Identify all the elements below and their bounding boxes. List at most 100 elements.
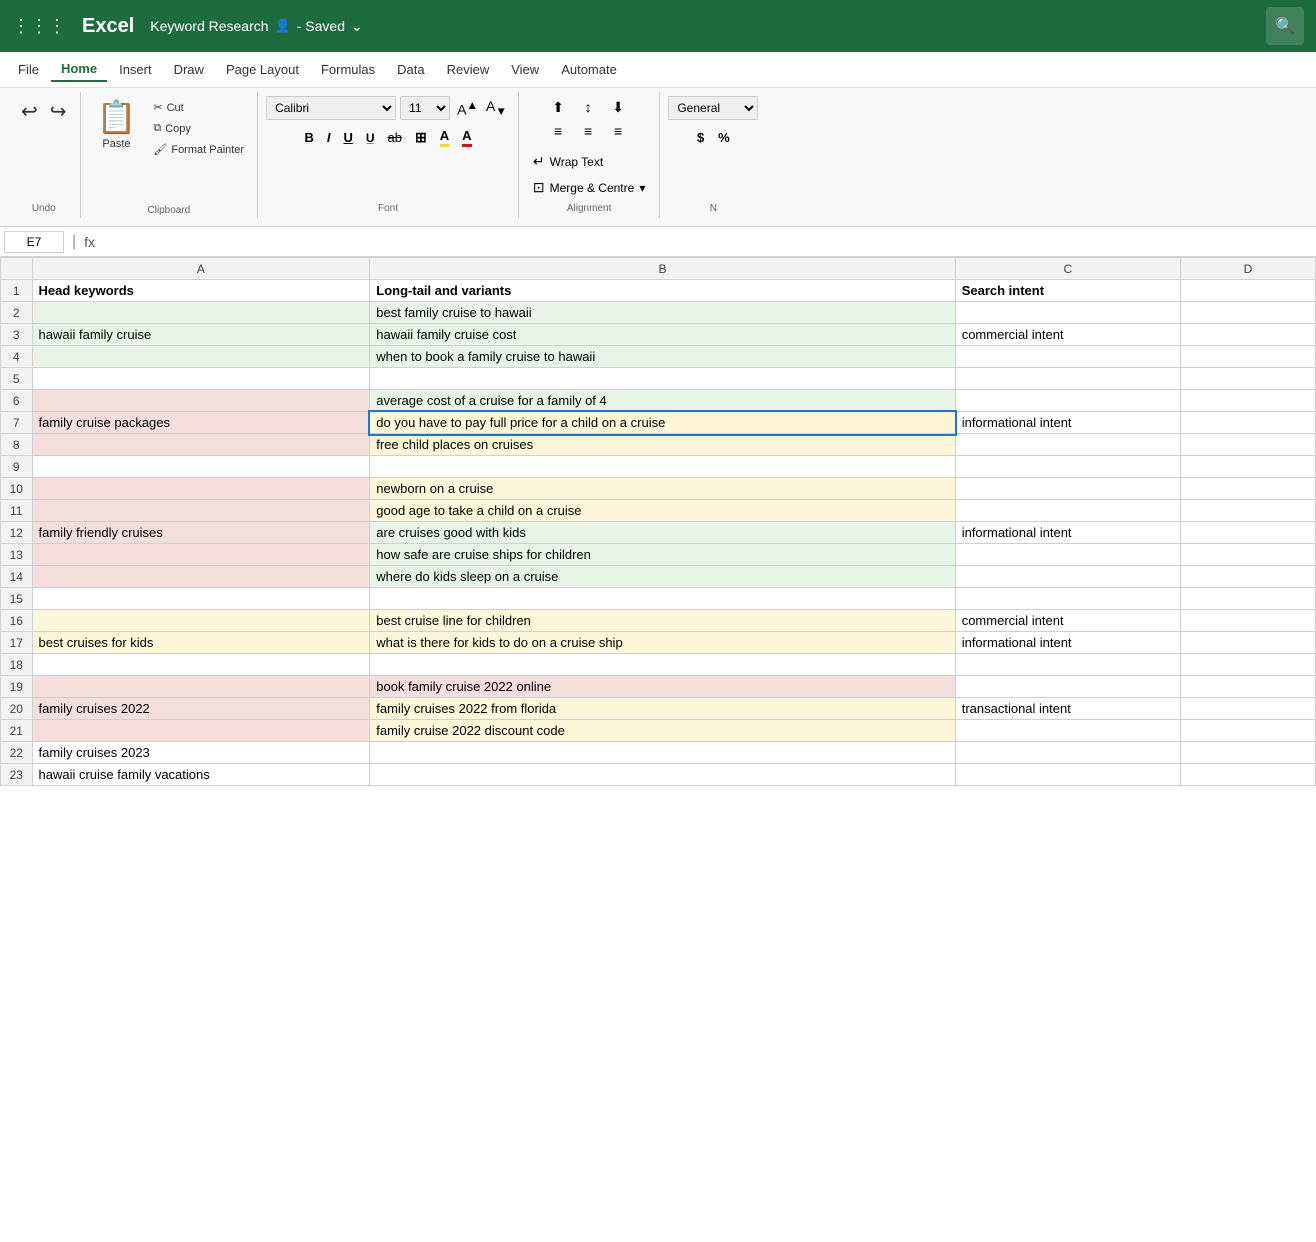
table-cell[interactable] xyxy=(1180,324,1315,346)
table-cell[interactable]: family cruises 2022 from florida xyxy=(370,698,955,720)
table-cell[interactable] xyxy=(955,390,1180,412)
table-cell[interactable] xyxy=(1180,566,1315,588)
cut-button[interactable]: ✂ Cut xyxy=(148,98,249,117)
table-cell[interactable] xyxy=(1180,368,1315,390)
table-cell[interactable] xyxy=(1180,478,1315,500)
table-cell[interactable]: Search intent xyxy=(955,280,1180,302)
table-cell[interactable] xyxy=(32,434,370,456)
table-cell[interactable] xyxy=(1180,522,1315,544)
table-cell[interactable] xyxy=(955,434,1180,456)
table-cell[interactable] xyxy=(32,346,370,368)
font-family-select[interactable]: Calibri xyxy=(266,96,396,120)
table-cell[interactable] xyxy=(370,588,955,610)
table-cell[interactable] xyxy=(955,346,1180,368)
table-cell[interactable]: Long-tail and variants xyxy=(370,280,955,302)
table-cell[interactable] xyxy=(955,742,1180,764)
table-cell[interactable]: family cruises 2022 xyxy=(32,698,370,720)
table-cell[interactable] xyxy=(32,456,370,478)
table-cell[interactable]: hawaii family cruise xyxy=(32,324,370,346)
underline-button[interactable]: U xyxy=(338,128,357,147)
border-button[interactable]: ⊞ xyxy=(410,127,432,148)
menu-home[interactable]: Home xyxy=(51,57,107,82)
table-cell[interactable] xyxy=(1180,742,1315,764)
table-cell[interactable]: where do kids sleep on a cruise xyxy=(370,566,955,588)
table-cell[interactable]: family cruise packages xyxy=(32,412,370,434)
table-cell[interactable]: best cruise line for children xyxy=(370,610,955,632)
search-button[interactable]: 🔍 xyxy=(1266,7,1304,45)
table-cell[interactable]: when to book a family cruise to hawaii xyxy=(370,346,955,368)
table-cell[interactable]: book family cruise 2022 online xyxy=(370,676,955,698)
table-cell[interactable]: best cruises for kids xyxy=(32,632,370,654)
table-cell[interactable] xyxy=(32,302,370,324)
col-header-b[interactable]: B xyxy=(370,258,955,280)
row-header[interactable]: 2 xyxy=(1,302,33,324)
currency-button[interactable]: $ xyxy=(692,128,709,147)
table-cell[interactable]: family cruises 2023 xyxy=(32,742,370,764)
row-header[interactable]: 14 xyxy=(1,566,33,588)
table-cell[interactable] xyxy=(1180,412,1315,434)
table-cell[interactable] xyxy=(955,368,1180,390)
row-header[interactable]: 11 xyxy=(1,500,33,522)
row-header[interactable]: 20 xyxy=(1,698,33,720)
table-cell[interactable] xyxy=(32,610,370,632)
menu-file[interactable]: File xyxy=(8,58,49,81)
table-cell[interactable] xyxy=(1180,610,1315,632)
row-header[interactable]: 16 xyxy=(1,610,33,632)
row-header[interactable]: 13 xyxy=(1,544,33,566)
table-cell[interactable]: commercial intent xyxy=(955,610,1180,632)
row-header[interactable]: 17 xyxy=(1,632,33,654)
menu-page-layout[interactable]: Page Layout xyxy=(216,58,309,81)
table-cell[interactable]: do you have to pay full price for a chil… xyxy=(370,412,955,434)
font-size-select[interactable]: 11 xyxy=(400,96,450,120)
table-cell[interactable] xyxy=(955,654,1180,676)
table-cell[interactable] xyxy=(370,764,955,786)
table-cell[interactable]: free child places on cruises xyxy=(370,434,955,456)
table-cell[interactable] xyxy=(955,478,1180,500)
font-color-button[interactable]: A xyxy=(457,126,476,149)
merge-dropdown-icon[interactable]: ▾ xyxy=(639,181,645,195)
align-bottom-button[interactable]: ⬇ xyxy=(605,96,631,118)
table-cell[interactable] xyxy=(32,390,370,412)
table-cell[interactable]: transactional intent xyxy=(955,698,1180,720)
table-cell[interactable] xyxy=(32,478,370,500)
col-header-c[interactable]: C xyxy=(955,258,1180,280)
row-header[interactable]: 10 xyxy=(1,478,33,500)
row-header[interactable]: 22 xyxy=(1,742,33,764)
table-cell[interactable] xyxy=(1180,544,1315,566)
table-cell[interactable] xyxy=(32,500,370,522)
bold-button[interactable]: B xyxy=(299,128,318,147)
table-cell[interactable]: family friendly cruises xyxy=(32,522,370,544)
table-cell[interactable] xyxy=(32,676,370,698)
table-cell[interactable] xyxy=(32,544,370,566)
cell-reference-input[interactable] xyxy=(4,231,64,253)
table-cell[interactable] xyxy=(1180,280,1315,302)
row-header[interactable]: 12 xyxy=(1,522,33,544)
table-cell[interactable] xyxy=(32,566,370,588)
row-header[interactable]: 19 xyxy=(1,676,33,698)
menu-automate[interactable]: Automate xyxy=(551,58,627,81)
row-header[interactable]: 1 xyxy=(1,280,33,302)
table-cell[interactable]: newborn on a cruise xyxy=(370,478,955,500)
table-cell[interactable] xyxy=(1180,698,1315,720)
align-left-button[interactable]: ≡ xyxy=(545,120,571,142)
strikethrough-button[interactable]: ab xyxy=(383,128,407,147)
table-cell[interactable]: Head keywords xyxy=(32,280,370,302)
table-cell[interactable]: hawaii cruise family vacations xyxy=(32,764,370,786)
table-cell[interactable] xyxy=(1180,654,1315,676)
menu-insert[interactable]: Insert xyxy=(109,58,162,81)
col-header-d[interactable]: D xyxy=(1180,258,1315,280)
table-cell[interactable] xyxy=(370,368,955,390)
table-cell[interactable] xyxy=(955,588,1180,610)
table-cell[interactable] xyxy=(955,544,1180,566)
table-cell[interactable] xyxy=(32,654,370,676)
menu-formulas[interactable]: Formulas xyxy=(311,58,385,81)
table-cell[interactable]: informational intent xyxy=(955,632,1180,654)
row-header[interactable]: 3 xyxy=(1,324,33,346)
row-header[interactable]: 23 xyxy=(1,764,33,786)
decrease-font-size-button[interactable]: A▼ xyxy=(483,97,510,119)
fill-color-button[interactable]: A xyxy=(435,126,454,149)
corner-cell[interactable] xyxy=(1,258,33,280)
align-top-button[interactable]: ⬆ xyxy=(545,96,571,118)
table-cell[interactable] xyxy=(955,676,1180,698)
table-cell[interactable] xyxy=(1180,434,1315,456)
